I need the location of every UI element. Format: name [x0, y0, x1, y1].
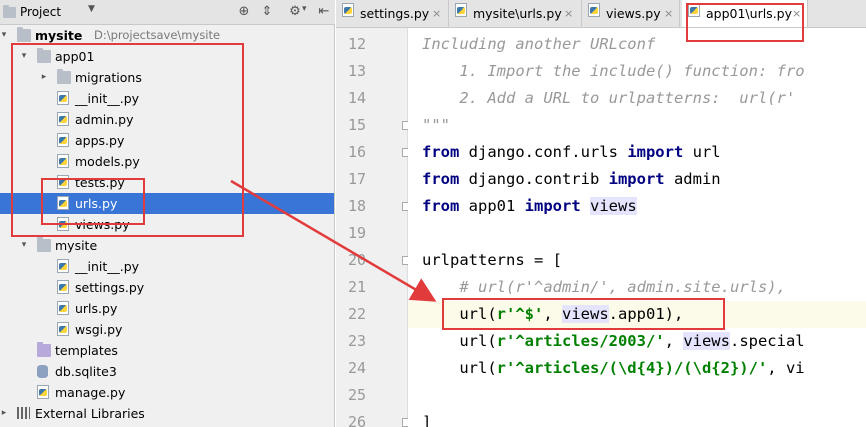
- tree-item-label: templates: [55, 343, 118, 358]
- chevron-down-icon[interactable]: ▾: [18, 235, 30, 256]
- tree-item-label: manage.py: [55, 385, 126, 400]
- code-line[interactable]: """: [408, 112, 866, 139]
- tree-item[interactable]: wsgi.py: [0, 319, 334, 340]
- project-panel-header: Project ▼ ⊕ ⇕ ⚙ ▾ ⇤: [0, 0, 335, 25]
- python-file-icon: [57, 322, 69, 336]
- python-file-icon: [37, 385, 49, 399]
- python-file-icon: [57, 259, 69, 273]
- line-number: 20: [347, 251, 366, 269]
- close-icon[interactable]: ×: [432, 0, 441, 27]
- code-text: from django.conf.urls import url: [422, 143, 721, 161]
- project-folder-icon: [3, 5, 16, 18]
- line-number: 19: [347, 224, 366, 242]
- code-editor[interactable]: Including another URLconf 1. Import the …: [408, 28, 866, 427]
- folder-icon: [17, 27, 31, 42]
- line-number: 26: [347, 413, 366, 427]
- code-text: 1. Import the include() function: fro: [422, 62, 805, 80]
- tab-label: mysite\urls.py: [473, 6, 562, 21]
- tree-item[interactable]: ▸ External Libraries: [0, 403, 334, 424]
- tree-item-label: __init__.py: [75, 259, 140, 274]
- python-file-icon: [57, 301, 69, 315]
- code-line[interactable]: url(r'^articles/(\d{4})/(\d{2})/', vi: [408, 355, 866, 382]
- tree-item[interactable]: db.sqlite3: [0, 361, 334, 382]
- code-line[interactable]: 1. Import the include() function: fro: [408, 58, 866, 85]
- line-number: 13: [347, 62, 366, 80]
- code-line[interactable]: from django.conf.urls import url: [408, 139, 866, 166]
- collapse-icon[interactable]: ⇕: [259, 4, 275, 20]
- python-file-icon: [57, 280, 69, 294]
- gear-icon[interactable]: ⚙: [287, 4, 303, 20]
- gear-dropdown-icon[interactable]: ▾: [302, 4, 307, 14]
- tree-item-label: settings.py: [75, 280, 145, 295]
- close-icon[interactable]: ×: [564, 0, 573, 27]
- line-number: 15: [347, 116, 366, 134]
- tree-item[interactable]: __init__.py: [0, 256, 334, 277]
- tree-item[interactable]: settings.py: [0, 277, 334, 298]
- code-text: urlpatterns = [: [422, 251, 562, 269]
- line-number: 22: [347, 305, 366, 323]
- line-number: 14: [347, 89, 366, 107]
- tree-item[interactable]: urls.py: [0, 298, 334, 319]
- folder-icon: [37, 342, 51, 357]
- line-number: 23: [347, 332, 366, 350]
- code-text: from app01 import views: [422, 197, 637, 215]
- database-icon: [37, 365, 48, 378]
- hide-icon[interactable]: ⇤: [316, 4, 332, 20]
- chevron-down-icon[interactable]: ▾: [0, 25, 10, 46]
- library-icon: [17, 407, 30, 419]
- tree-item-label: mysite: [55, 238, 98, 253]
- code-line[interactable]: ]: [408, 409, 866, 427]
- tree-item-label: External Libraries: [35, 406, 145, 421]
- folder-icon: [37, 237, 51, 252]
- line-number: 24: [347, 359, 366, 377]
- annotation-box-url-line: [442, 298, 725, 330]
- tree-item-label: urls.py: [75, 301, 118, 316]
- chevron-right-icon[interactable]: ▸: [0, 403, 10, 424]
- code-line[interactable]: [408, 382, 866, 409]
- tab-views-py[interactable]: views.py ×: [582, 0, 680, 27]
- code-text: # url(r'^admin/', admin.site.urls),: [422, 278, 786, 296]
- line-number: 16: [347, 143, 366, 161]
- tab-label: settings.py: [360, 6, 430, 21]
- code-text: url(r'^articles/(\d{4})/(\d{2})/', vi: [422, 359, 805, 377]
- tree-item[interactable]: ▾ mysite: [0, 235, 334, 256]
- code-text: ]: [422, 413, 432, 427]
- tree-item-label: db.sqlite3: [55, 364, 117, 379]
- python-file-icon: [342, 3, 354, 17]
- code-line[interactable]: # url(r'^admin/', admin.site.urls),: [408, 274, 866, 301]
- tree-item[interactable]: manage.py: [0, 382, 334, 403]
- line-number: 12: [347, 35, 366, 53]
- line-number: 25: [347, 386, 366, 404]
- code-text: """: [422, 116, 450, 134]
- tab-settings-py[interactable]: settings.py ×: [336, 0, 449, 27]
- tree-item-label: wsgi.py: [75, 322, 123, 337]
- code-line[interactable]: from app01 import views: [408, 193, 866, 220]
- code-text: url(r'^articles/2003/', views.special: [422, 332, 805, 350]
- tree-item[interactable]: templates: [0, 340, 334, 361]
- tab-mysite-urls-py[interactable]: mysite\urls.py ×: [449, 0, 582, 27]
- line-number: 18: [347, 197, 366, 215]
- code-line[interactable]: [408, 220, 866, 247]
- annotation-box-urls-py: [41, 178, 145, 225]
- code-line[interactable]: url(r'^articles/2003/', views.special: [408, 328, 866, 355]
- tab-label: views.py: [606, 6, 661, 21]
- target-icon[interactable]: ⊕: [236, 4, 252, 20]
- annotation-box-active-tab: [686, 3, 804, 42]
- line-number: 17: [347, 170, 366, 188]
- close-icon[interactable]: ×: [664, 0, 673, 27]
- code-text: from django.contrib import admin: [422, 170, 721, 188]
- python-file-icon: [455, 3, 467, 17]
- python-file-icon: [588, 3, 600, 17]
- project-view-dropdown-icon[interactable]: ▼: [88, 4, 95, 14]
- code-line[interactable]: 2. Add a URL to urlpatterns: url(r': [408, 85, 866, 112]
- project-panel-title[interactable]: Project: [20, 5, 61, 19]
- code-line[interactable]: from django.contrib import admin: [408, 166, 866, 193]
- editor-gutter: 12 13 14 15 16 17 18 19 20 21 22 23 24 25 26: [336, 28, 411, 427]
- line-number: 21: [347, 278, 366, 296]
- code-line[interactable]: urlpatterns = [: [408, 247, 866, 274]
- code-text: Including another URLconf: [422, 35, 656, 53]
- code-text: 2. Add a URL to urlpatterns: url(r': [422, 89, 796, 107]
